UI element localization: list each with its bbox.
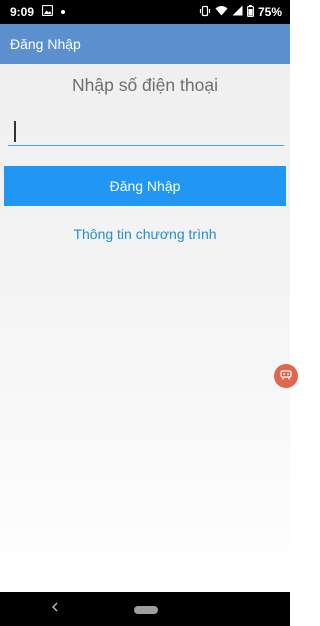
phone-input[interactable] <box>8 116 284 146</box>
status-bar: 9:09 75% <box>0 0 290 24</box>
app-bar: Đăng Nhập <box>0 24 290 64</box>
wifi-icon <box>215 5 228 19</box>
image-notification-icon <box>41 4 54 19</box>
notification-dot-icon <box>61 10 66 14</box>
status-bar-right: 75% <box>199 4 282 20</box>
signal-icon <box>232 5 243 19</box>
status-time: 9:09 <box>10 5 35 19</box>
floating-chat-button[interactable] <box>274 364 298 388</box>
back-button[interactable] <box>46 600 64 618</box>
vibrate-icon <box>199 5 211 20</box>
login-screen: Nhập số điện thoại Đăng Nhập Thông tin c… <box>0 64 298 592</box>
login-button[interactable]: Đăng Nhập <box>4 166 286 206</box>
battery-percent: 75% <box>257 5 282 19</box>
home-pill[interactable] <box>134 606 158 614</box>
battery-icon <box>247 4 254 20</box>
navigation-bar <box>0 592 290 626</box>
phone-heading: Nhập số điện thoại <box>72 75 218 95</box>
back-icon <box>51 600 59 618</box>
app-bar-title: Đăng Nhập <box>10 36 81 52</box>
floating-chat-icon <box>280 367 292 385</box>
status-bar-left: 9:09 <box>10 4 66 19</box>
program-info-link[interactable]: Thông tin chương trình <box>0 226 290 242</box>
text-cursor <box>14 121 16 142</box>
